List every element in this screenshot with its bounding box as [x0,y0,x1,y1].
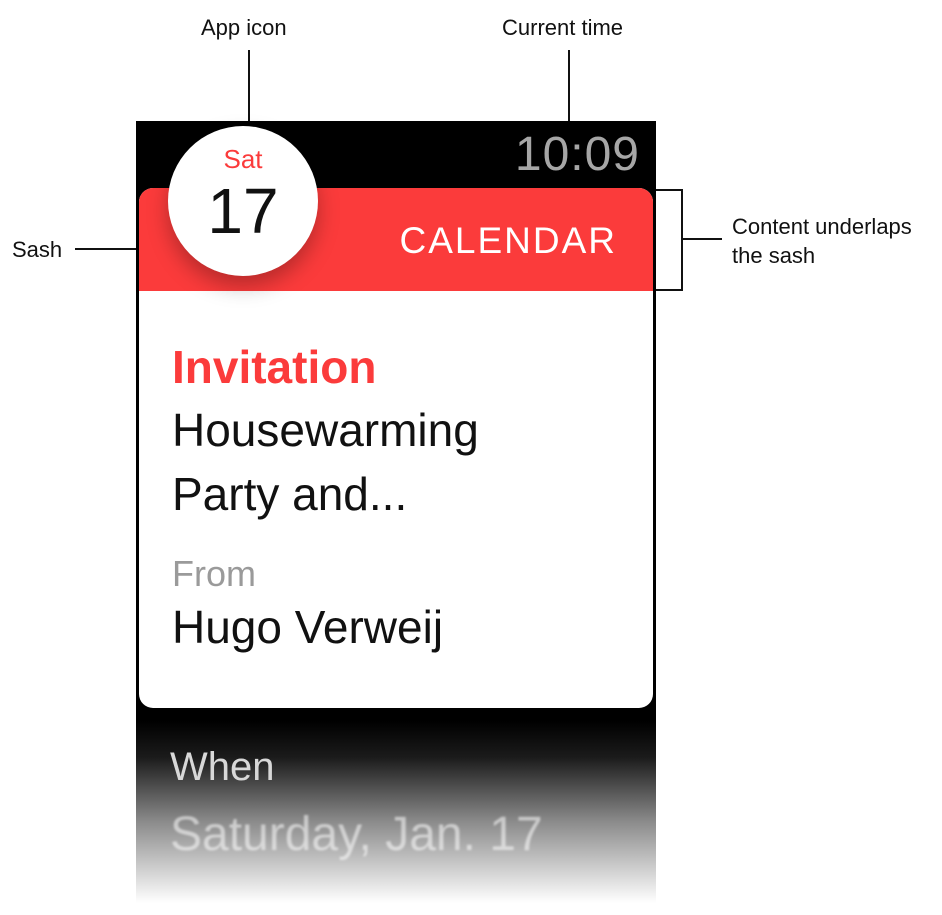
app-icon-date: 17 [207,175,279,247]
from-name: Hugo Verweij [172,601,444,653]
faded-scroll-content: When Saturday, Jan. 17 [136,721,656,903]
calendar-app-icon: Sat 17 [168,126,318,276]
current-time: 10:09 [514,128,640,181]
annotation-app-icon: App icon [201,15,287,40]
annotation-sash: Sash [12,237,63,262]
annotation-content-underlaps-line2: the sash [732,243,816,268]
sash-app-name: CALENDAR [399,220,617,261]
leader-line-content-underlaps [682,238,722,240]
when-label: When [170,745,275,789]
annotation-current-time: Current time [502,15,624,40]
notification-content: Invitation Housewarming Party and... Fro… [172,336,633,656]
bracket-vertical [681,189,683,291]
notification-type: Invitation [172,341,377,393]
app-icon-day: Sat [223,144,263,174]
leader-line-app-icon [248,50,250,130]
from-label: From [172,553,256,594]
leader-line-current-time [568,50,570,130]
when-value: Saturday, Jan. 17 [170,808,543,861]
event-title-line-1: Housewarming [172,404,479,456]
annotation-content-underlaps-line1: Content underlaps [732,214,912,239]
event-title-line-2: Party and... [172,468,408,520]
